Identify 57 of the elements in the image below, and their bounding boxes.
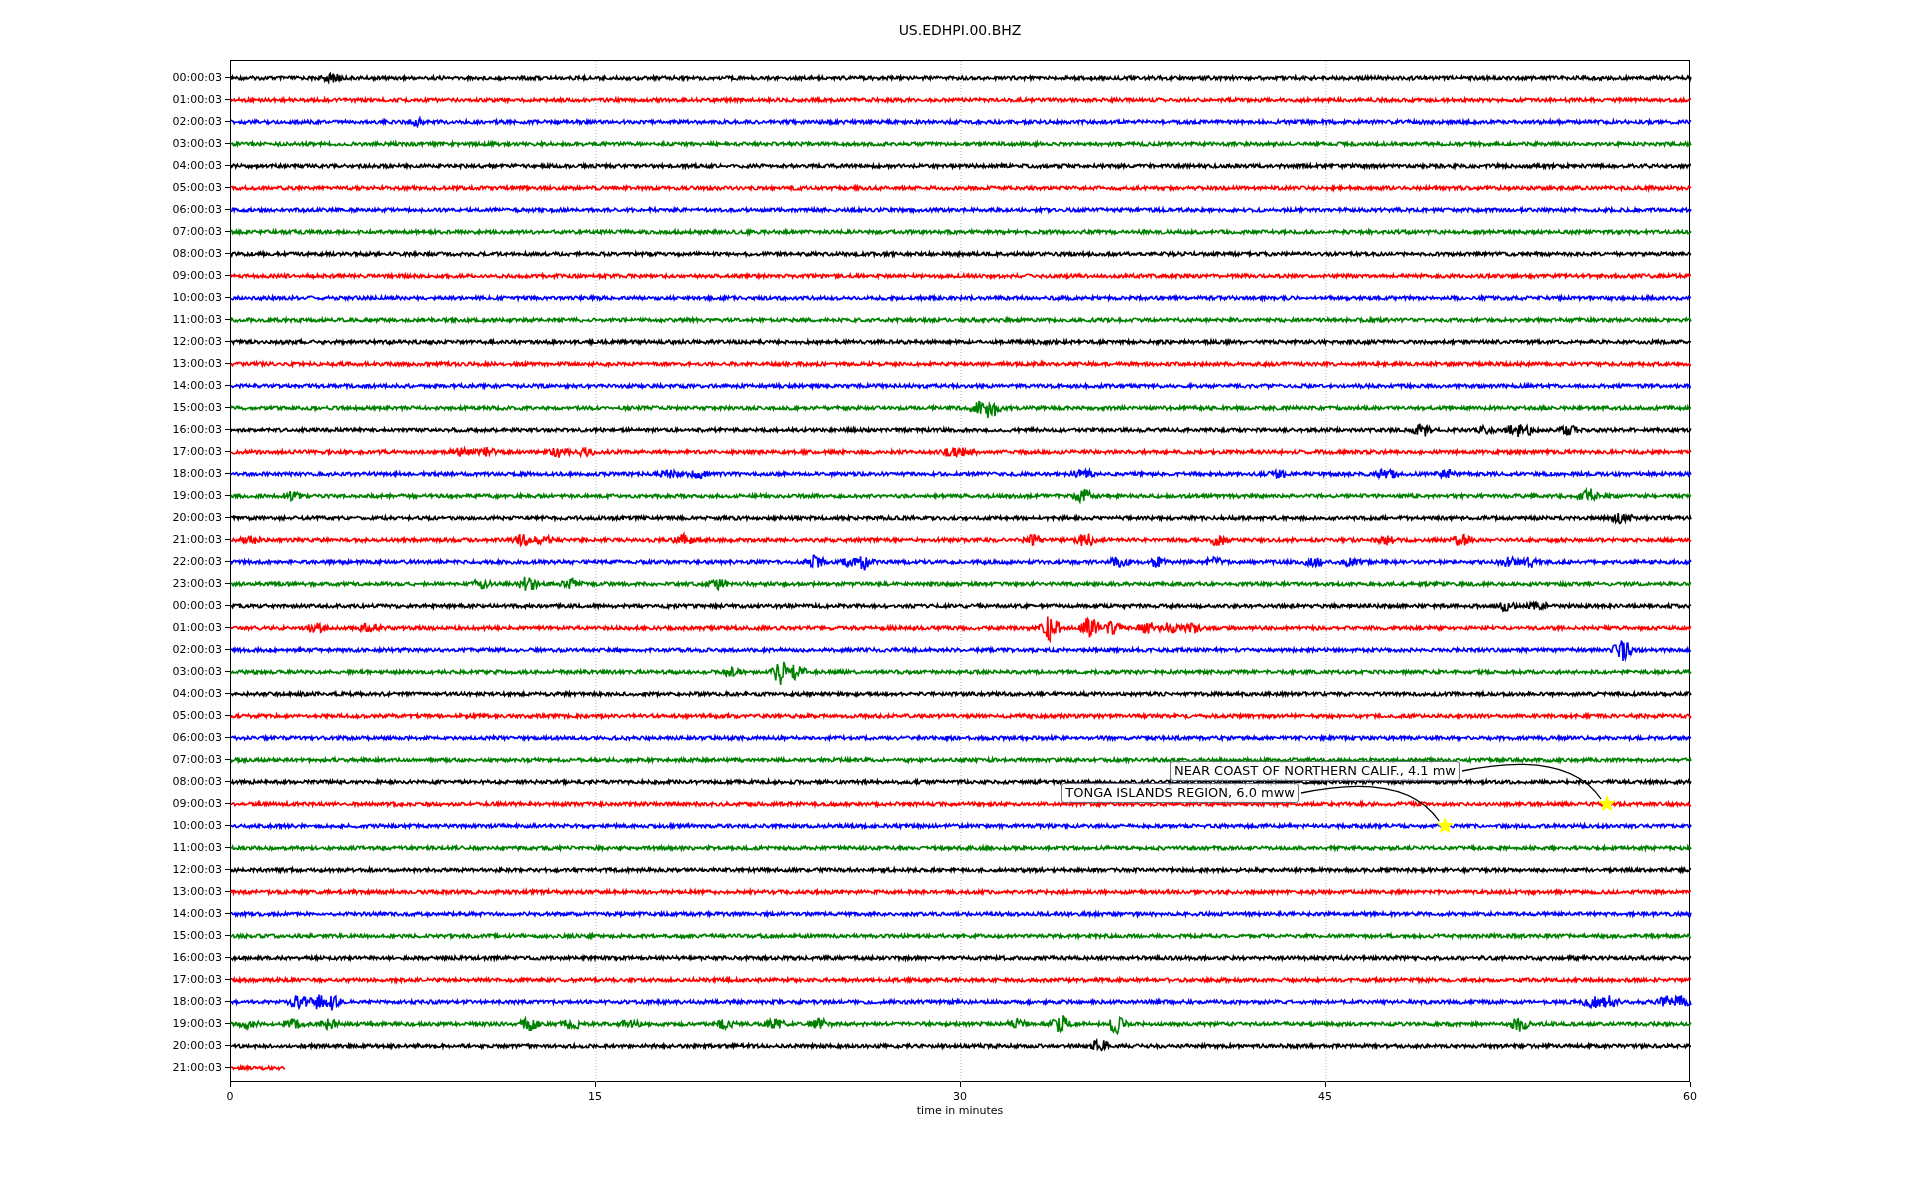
axis-tick-label: 17:00:03: [172, 444, 222, 458]
axis-tick-label: 13:00:03: [172, 884, 222, 898]
axis-tick-label: 19:00:03: [172, 488, 222, 502]
plot-title: US.EDHPI.00.BHZ: [897, 21, 1023, 39]
axis-tick-label: 14:00:03: [172, 906, 222, 920]
axis-tick-label: 06:00:03: [172, 730, 222, 744]
axis-tick-label: 21:00:03: [172, 1060, 222, 1074]
axis-tick-label: 07:00:03: [172, 752, 222, 766]
axis-tick-label: 04:00:03: [172, 158, 222, 172]
axis-tick-label: 09:00:03: [172, 796, 222, 810]
axis-tick-label: 00:00:03: [172, 598, 222, 612]
axis-tick-label: 18:00:03: [172, 466, 222, 480]
axis-label: time in minutes: [915, 1104, 1005, 1117]
axis-tick-label: 12:00:03: [172, 334, 222, 348]
axis-tick-label: 09:00:03: [172, 268, 222, 282]
axis-tick-label: 0: [226, 1090, 234, 1103]
axis-tick-label: 04:00:03: [172, 686, 222, 700]
axis-tick-label: 05:00:03: [172, 180, 222, 194]
axis-tick-label: 18:00:03: [172, 994, 222, 1008]
axis-tick-label: 08:00:03: [172, 246, 222, 260]
axis-tick-label: 02:00:03: [172, 642, 222, 656]
axis-tick-label: 01:00:03: [172, 620, 222, 634]
axis-tick-label: 11:00:03: [172, 312, 222, 326]
event-label: NEAR COAST OF NORTHERN CALIF., 4.1 mw: [1170, 761, 1460, 781]
axis-tick-label: 60: [1683, 1090, 1697, 1103]
star-marker: [1436, 817, 1454, 834]
axis-tick-label: 15:00:03: [172, 400, 222, 414]
axis-tick-label: 10:00:03: [172, 290, 222, 304]
axis-tick-label: 03:00:03: [172, 136, 222, 150]
event-label: TONGA ISLANDS REGION, 6.0 mww: [1061, 783, 1299, 803]
axis-tick-label: 06:00:03: [172, 202, 222, 216]
axis-tick-label: 19:00:03: [172, 1016, 222, 1030]
axis-tick-label: 20:00:03: [172, 1038, 222, 1052]
axis-tick-label: 45: [1318, 1090, 1332, 1103]
axis-tick-label: 16:00:03: [172, 422, 222, 436]
axis-tick-label: 05:00:03: [172, 708, 222, 722]
axis-tick-label: 08:00:03: [172, 774, 222, 788]
axis-tick-label: 16:00:03: [172, 950, 222, 964]
axis-tick-label: 22:00:03: [172, 554, 222, 568]
axis-tick-label: 12:00:03: [172, 862, 222, 876]
axis-tick-label: 13:00:03: [172, 356, 222, 370]
axis-tick-label: 21:00:03: [172, 532, 222, 546]
axis-tick-label: 15: [588, 1090, 602, 1103]
axis-tick-label: 11:00:03: [172, 840, 222, 854]
axis-tick-label: 02:00:03: [172, 114, 222, 128]
axis-tick-label: 14:00:03: [172, 378, 222, 392]
axis-tick-label: 23:00:03: [172, 576, 222, 590]
axis-tick-label: 07:00:03: [172, 224, 222, 238]
axis-tick-label: 15:00:03: [172, 928, 222, 942]
star-marker: [1598, 795, 1616, 812]
axis-tick-label: 20:00:03: [172, 510, 222, 524]
axis-tick-label: 10:00:03: [172, 818, 222, 832]
axis-tick-label: 30: [953, 1090, 967, 1103]
axis-tick-label: 00:00:03: [172, 70, 222, 84]
axis-tick-label: 03:00:03: [172, 664, 222, 678]
axis-tick-label: 17:00:03: [172, 972, 222, 986]
axis-tick-label: 01:00:03: [172, 92, 222, 106]
